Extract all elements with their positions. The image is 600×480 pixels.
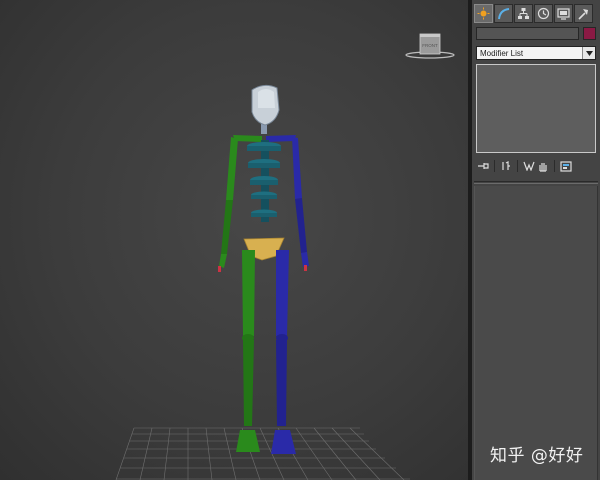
sun-icon <box>477 7 490 20</box>
object-color-swatch[interactable] <box>583 27 596 40</box>
motion-icon <box>537 7 550 20</box>
biped-spine[interactable] <box>247 140 281 222</box>
pin-stack-icon[interactable] <box>476 159 490 173</box>
object-name-field[interactable] <box>476 27 579 40</box>
hierarchy-icon <box>518 8 529 19</box>
motion-tab[interactable] <box>534 4 553 23</box>
modifier-stack[interactable] <box>476 64 596 153</box>
dropdown-arrow-icon[interactable] <box>582 47 595 59</box>
rollout-separator-highlight <box>474 183 598 184</box>
biped-head[interactable] <box>251 84 280 134</box>
toolbar-separator <box>494 160 495 172</box>
display-icon <box>557 8 570 20</box>
perspective-viewport[interactable]: FRONT <box>0 0 468 480</box>
utilities-icon <box>578 9 588 20</box>
viewcube[interactable]: FRONT <box>405 33 455 59</box>
modifier-list-label: Modifier List <box>480 49 524 58</box>
biped-figure[interactable] <box>218 84 309 454</box>
configure-modifier-sets-icon[interactable] <box>559 159 573 173</box>
right-clavicle[interactable] <box>266 135 296 142</box>
viewcube-face-label: FRONT <box>422 43 438 48</box>
parameters-rollout-area[interactable] <box>474 186 598 480</box>
right-leg[interactable] <box>271 250 296 454</box>
rollout-separator <box>474 181 598 182</box>
show-end-result-icon[interactable] <box>499 159 513 173</box>
command-panel-tabs <box>474 4 598 24</box>
command-panel: Modifier List <box>472 0 600 480</box>
utilities-tab[interactable] <box>574 4 593 23</box>
left-leg[interactable] <box>236 250 260 452</box>
toolbar-separator <box>554 160 555 172</box>
watermark-text: 知乎 @好好 <box>490 446 584 466</box>
right-arm[interactable] <box>292 137 309 271</box>
remove-modifier-icon[interactable] <box>536 159 550 173</box>
left-arm[interactable] <box>218 137 238 272</box>
toolbar-separator <box>517 160 518 172</box>
display-tab[interactable] <box>554 4 573 23</box>
make-unique-icon[interactable] <box>522 159 536 173</box>
ground-grid <box>115 427 410 480</box>
modifier-stack-toolbar <box>476 158 596 174</box>
app-window: FRONT Modifier List 知乎 @好好 <box>0 0 600 480</box>
object-name-row <box>476 27 596 41</box>
modify-icon <box>498 8 510 20</box>
create-tab[interactable] <box>474 4 493 23</box>
hierarchy-tab[interactable] <box>514 4 533 23</box>
modifier-list-dropdown[interactable]: Modifier List <box>476 46 596 60</box>
modify-tab[interactable] <box>494 4 513 23</box>
viewport-canvas: FRONT <box>115 33 455 480</box>
